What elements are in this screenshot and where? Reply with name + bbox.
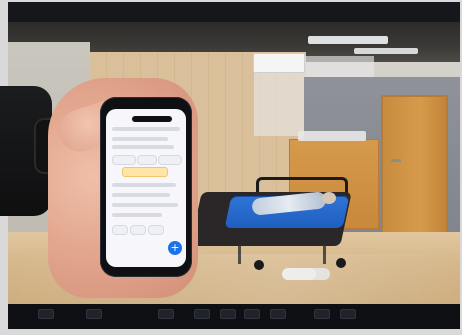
toolbar-icon (340, 309, 356, 319)
slippers (282, 268, 316, 280)
air-conditioner (253, 53, 305, 73)
toolbar-icon (270, 309, 286, 319)
toolbar-icon (38, 309, 54, 319)
phone-ui-line (112, 183, 176, 187)
phone-screen: + (106, 109, 186, 267)
bed-wheel (254, 260, 264, 270)
phone-highlight (122, 167, 168, 177)
phone-ui-line (112, 145, 174, 149)
phone-icon-chip (130, 225, 146, 235)
toolbar-icon (220, 309, 236, 319)
phone-ui-line (112, 137, 168, 141)
door (381, 95, 448, 236)
toolbar-icon (314, 309, 330, 319)
bed-legs (238, 244, 326, 264)
phone-chip (158, 155, 182, 165)
cabinet-items (298, 131, 366, 141)
ceiling-light (354, 48, 418, 54)
toolbar-icon (244, 309, 260, 319)
phone-chip (137, 155, 157, 165)
toolbar-icon (194, 309, 210, 319)
plus-icon: + (168, 241, 182, 255)
photo: + (0, 0, 462, 335)
bed-wheel (336, 258, 346, 268)
phone-ui-line (112, 203, 178, 207)
monitor-top-bar (8, 2, 460, 24)
phone-notch (132, 116, 172, 122)
manikin-head (322, 192, 336, 204)
toolbar-icon (158, 309, 174, 319)
phone-chip (112, 155, 136, 165)
door-handle (391, 159, 401, 162)
phone-icon-chip (148, 225, 164, 235)
smartphone: + (100, 97, 192, 277)
phone-ui-line (112, 213, 162, 217)
ceiling-light (308, 36, 388, 44)
phone-icon-chip (112, 225, 128, 235)
toolbar-icon (86, 309, 102, 319)
phone-ui-line (112, 127, 180, 131)
video-toolbar (8, 304, 460, 329)
phone-ui-line (112, 193, 170, 197)
